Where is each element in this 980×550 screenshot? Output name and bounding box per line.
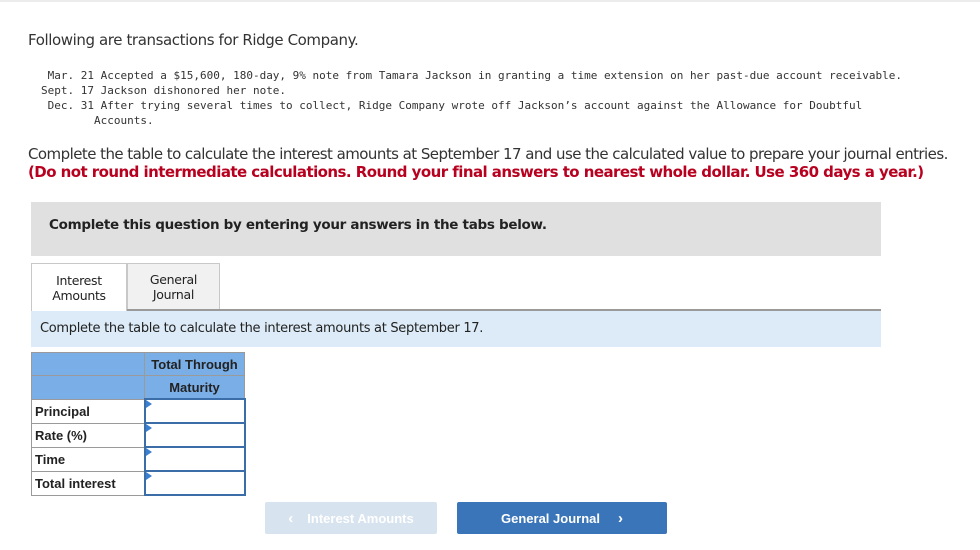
total-interest-cell [143, 470, 246, 496]
header-maturity: Maturity [144, 375, 245, 400]
input-flag-icon [145, 448, 152, 456]
info-bar: Complete the table to calculate the inte… [31, 311, 881, 347]
info-text: Complete the table to calculate the inte… [40, 321, 484, 336]
tab-label-line1: General [149, 272, 198, 287]
prev-tab-label: Interest Amounts [307, 510, 414, 526]
intro-text: Following are transactions for Ridge Com… [28, 31, 359, 49]
total-interest-input[interactable] [145, 474, 244, 492]
transactions-list: Mar. 21 Accepted a $15,600, 180-day, 9% … [28, 68, 902, 128]
principal-input[interactable] [145, 402, 244, 420]
top-divider [0, 0, 980, 2]
transaction-date: Sept. 17 [41, 84, 94, 97]
input-flag-icon [145, 424, 152, 432]
row-label-total-interest: Total interest [31, 470, 145, 496]
header-empty-cell [31, 352, 145, 376]
tab-label-line2: Amounts [52, 287, 106, 303]
time-input[interactable] [145, 450, 244, 468]
instructions-main: Complete the table to calculate the inte… [28, 145, 948, 163]
transaction-date: Dec. 31 [47, 99, 94, 112]
instructions-emphasis: (Do not round intermediate calculations.… [28, 163, 924, 181]
table-row: Rate (%) [31, 422, 246, 448]
header-empty-cell [31, 375, 145, 400]
table-row: Total interest [31, 470, 246, 496]
tab-general-journal[interactable]: General Journal [127, 263, 220, 310]
transaction-row: Mar. 21 Accepted a $15,600, 180-day, 9% … [28, 68, 902, 83]
principal-cell [143, 398, 246, 424]
table-row: Time [31, 446, 246, 472]
input-flag-icon [145, 400, 152, 408]
header-row: Maturity [31, 375, 245, 400]
panel-text: Complete this question by entering your … [49, 217, 547, 233]
time-cell [143, 446, 246, 472]
transaction-row: Sept. 17 Jackson dishonored her note. [28, 83, 902, 98]
interest-table: Total Through Maturity Principal Rate (%… [31, 352, 246, 496]
prev-tab-button[interactable]: ‹ Interest Amounts [265, 502, 437, 534]
table-row: Principal [31, 398, 246, 424]
chevron-right-icon: › [617, 509, 623, 527]
header-total-through: Total Through [144, 352, 245, 376]
tab-interest-amounts[interactable]: Interest Amounts [31, 263, 127, 311]
transaction-date: Mar. 21 [47, 69, 94, 82]
tab-label-line2: Journal [152, 287, 195, 302]
transaction-text: After trying several times to collect, R… [100, 99, 863, 112]
row-label-principal: Principal [31, 398, 145, 424]
chevron-left-icon: ‹ [288, 509, 294, 527]
transaction-continuation: Accounts. [94, 114, 154, 127]
transaction-text: Jackson dishonored her note. [100, 84, 287, 97]
tab-bar: Interest Amounts General Journal [31, 263, 881, 311]
header-row: Total Through [31, 352, 245, 376]
row-label-rate: Rate (%) [31, 422, 145, 448]
rate-input[interactable] [145, 426, 244, 444]
question-panel: Complete this question by entering your … [31, 202, 881, 256]
rate-cell [143, 422, 246, 448]
input-flag-icon [145, 472, 152, 480]
row-label-time: Time [31, 446, 145, 472]
next-tab-label: General Journal [501, 510, 600, 526]
tab-label-line1: Interest [56, 272, 102, 288]
instructions: Complete the table to calculate the inte… [28, 145, 973, 181]
transaction-row: Dec. 31 After trying several times to co… [28, 98, 902, 113]
transaction-text: Accepted a $15,600, 180-day, 9% note fro… [100, 69, 902, 82]
next-tab-button[interactable]: General Journal › [457, 502, 667, 534]
